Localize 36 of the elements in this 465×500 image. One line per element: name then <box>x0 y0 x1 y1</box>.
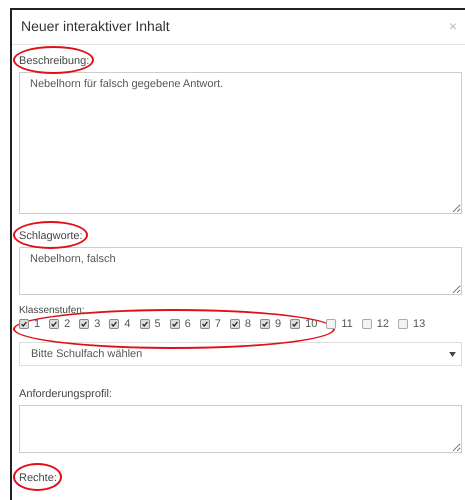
checkbox-label: 11 <box>341 318 353 330</box>
checkbox-label: 1 <box>34 318 40 330</box>
text-area[interactable]: Nebelhorn für falsch gegebene Antwort. <box>19 72 462 214</box>
checkbox-label: 2 <box>64 318 70 330</box>
checkbox[interactable] <box>326 319 336 329</box>
checkbox-label: 10 <box>305 318 318 330</box>
dialog-title: Neuer interaktiver Inhalt <box>21 18 170 34</box>
field-label: Schlagworte: <box>19 230 83 242</box>
checkbox-label: 7 <box>214 318 221 330</box>
field-label: Beschreibung: <box>19 55 90 67</box>
checkbox[interactable] <box>170 319 180 329</box>
checkbox-label: 4 <box>124 318 130 330</box>
checkbox-label: 9 <box>275 318 282 330</box>
checkbox[interactable] <box>109 319 120 329</box>
checkbox-label: 5 <box>154 318 161 330</box>
checkbox-label: 6 <box>184 318 191 330</box>
caret-icon <box>449 352 456 356</box>
checkbox-label: 8 <box>244 318 251 330</box>
checkbox[interactable] <box>79 319 90 329</box>
checkbox[interactable] <box>260 319 270 329</box>
field-label: Anforderungsprofil: <box>19 388 112 400</box>
checkbox-label: 13 <box>413 318 426 330</box>
checkbox[interactable] <box>290 319 300 329</box>
subject-select[interactable]: Bitte Schulfach wählen <box>19 342 462 366</box>
checkbox[interactable] <box>49 319 60 329</box>
text-area[interactable]: Nebelhorn, falsch <box>19 247 462 295</box>
checkbox[interactable] <box>19 319 29 329</box>
checkbox[interactable] <box>140 319 150 329</box>
checkbox[interactable] <box>200 319 210 329</box>
field-label: Rechte: <box>19 472 57 484</box>
field-label: Klassenstufen: <box>19 305 86 316</box>
checkbox[interactable] <box>398 319 408 329</box>
checkbox[interactable] <box>362 319 372 329</box>
checkbox[interactable] <box>230 319 240 329</box>
checkbox-label: 3 <box>94 318 100 330</box>
checkbox-label: 12 <box>376 318 390 330</box>
